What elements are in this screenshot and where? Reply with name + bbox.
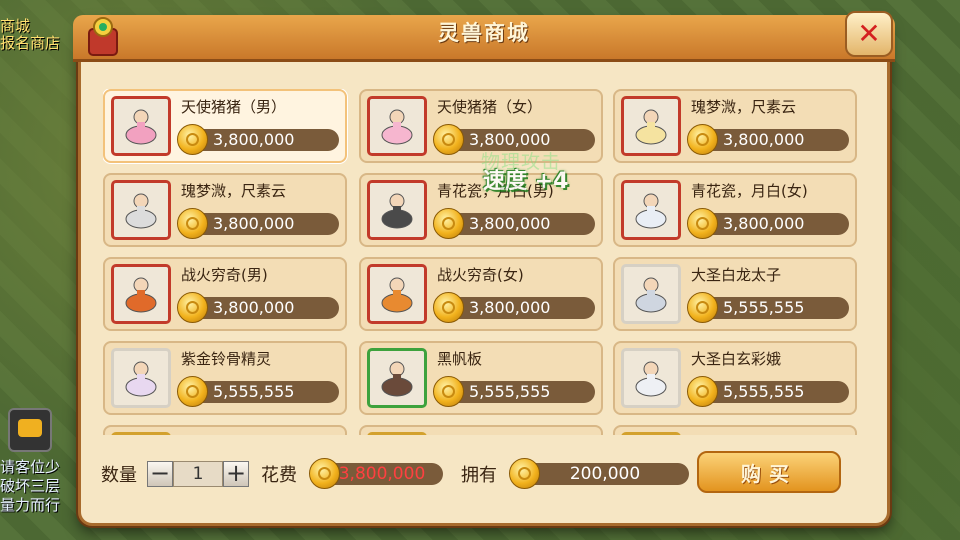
coin-icon bbox=[687, 124, 718, 155]
buy-button[interactable]: 购买 bbox=[697, 451, 841, 493]
item-price: 5,555,555 bbox=[723, 298, 805, 317]
owned-label: 拥有 bbox=[461, 465, 497, 486]
item-price-bar: 3,800,000 bbox=[433, 292, 595, 323]
shop-item-card[interactable]: 青花瓷，月白(女) 3,800,000 bbox=[613, 173, 857, 247]
item-price: 3,800,000 bbox=[469, 298, 551, 317]
shop-item-card[interactable]: 大圣白玄彩娥 5,555,555 bbox=[613, 341, 857, 415]
item-name: 天使猪猪（男） bbox=[181, 98, 287, 116]
shop-item-card[interactable]: 战火穷奇(女) 3,800,000 bbox=[359, 257, 603, 331]
pet-thumbnail bbox=[621, 96, 681, 156]
item-grid: 天使猪猪（男） 3,800,000 天使猪猪（女） 3,800,000 瑰梦溦，尺素云 3… bbox=[103, 89, 859, 435]
item-price: 3,800,000 bbox=[723, 214, 805, 233]
pet-thumbnail bbox=[367, 180, 427, 240]
item-name: 瑰梦溦，尺素云 bbox=[181, 182, 287, 200]
item-name: 大圣白玄彩娥 bbox=[691, 350, 782, 368]
item-price: 5,555,555 bbox=[213, 382, 295, 401]
coin-icon bbox=[177, 376, 208, 407]
quantity-minus-button[interactable]: − bbox=[147, 461, 173, 487]
shop-item-card-partial[interactable]: 大圣白龙天后 bbox=[613, 425, 857, 435]
item-name: 天使猪猪（女） bbox=[437, 98, 543, 116]
item-price-bar: 5,555,555 bbox=[687, 292, 849, 323]
item-price-bar: 3,800,000 bbox=[177, 124, 339, 155]
item-name: 大圣白龙天后 bbox=[691, 432, 851, 435]
coin-icon bbox=[177, 292, 208, 323]
coin-icon bbox=[687, 376, 718, 407]
shop-item-card-partial[interactable]: 大圣黑龙太子 bbox=[103, 425, 347, 435]
item-price-bar: 3,800,000 bbox=[177, 208, 339, 239]
item-name: 紫金铃骨精灵 bbox=[181, 350, 272, 368]
buy-button-label: 购买 bbox=[741, 461, 797, 486]
item-price: 5,555,555 bbox=[469, 382, 551, 401]
pet-thumbnail bbox=[111, 348, 171, 408]
coin-icon bbox=[177, 208, 208, 239]
pet-thumbnail bbox=[367, 264, 427, 324]
shop-item-card-partial[interactable]: 大圣红孩无极 bbox=[359, 425, 603, 435]
pet-thumbnail bbox=[111, 180, 171, 240]
item-price-bar: 5,555,555 bbox=[433, 376, 595, 407]
item-price: 3,800,000 bbox=[469, 214, 551, 233]
item-name: 青花瓷，月白(女) bbox=[691, 182, 808, 200]
quantity-plus-button[interactable]: + bbox=[223, 461, 249, 487]
pet-thumbnail bbox=[111, 96, 171, 156]
coin-icon bbox=[433, 124, 464, 155]
item-name: 大圣黑龙太子 bbox=[181, 432, 341, 435]
shop-item-card[interactable]: 瑰梦溦，尺素云 3,800,000 bbox=[613, 89, 857, 163]
item-price: 3,800,000 bbox=[213, 298, 295, 317]
coin-icon bbox=[433, 208, 464, 239]
pet-shop-dialog: 灵兽商城 ✕ 天使猪猪（男） 3,800,000 天使猪猪（女） 3,800,000 瑰… bbox=[73, 11, 895, 526]
item-name: 战火穷奇(女) bbox=[437, 266, 524, 284]
dialog-titlebar: 灵兽商城 ✕ bbox=[73, 11, 895, 62]
background-notice-text: 请客位少 破坏三层 量力而行 bbox=[0, 458, 61, 514]
item-name: 瑰梦溦，尺素云 bbox=[691, 98, 797, 116]
chat-icon[interactable] bbox=[8, 408, 52, 452]
pet-thumbnail bbox=[367, 432, 427, 435]
pet-thumbnail bbox=[621, 432, 681, 435]
item-price: 3,800,000 bbox=[723, 130, 805, 149]
item-price-bar: 5,555,555 bbox=[177, 376, 339, 407]
pet-thumbnail bbox=[367, 96, 427, 156]
shop-item-card[interactable]: 大圣白龙太子 5,555,555 bbox=[613, 257, 857, 331]
owned-bar: 200,000 bbox=[509, 458, 689, 489]
close-icon: ✕ bbox=[857, 17, 881, 50]
item-price-bar: 3,800,000 bbox=[433, 208, 595, 239]
item-price: 5,555,555 bbox=[723, 382, 805, 401]
pet-thumbnail bbox=[111, 264, 171, 324]
owned-value: 200,000 bbox=[569, 464, 641, 484]
floating-stat-text: 速度 +4 bbox=[483, 169, 569, 194]
coin-icon bbox=[433, 292, 464, 323]
pet-thumbnail bbox=[621, 264, 681, 324]
pet-thumbnail bbox=[111, 432, 171, 435]
item-name: 大圣白龙太子 bbox=[691, 266, 782, 284]
coin-icon bbox=[687, 292, 718, 323]
quantity-label: 数量 bbox=[101, 465, 137, 486]
item-price-bar: 3,800,000 bbox=[687, 208, 849, 239]
shop-item-card[interactable]: 天使猪猪（男） 3,800,000 bbox=[103, 89, 347, 163]
pet-thumbnail bbox=[621, 348, 681, 408]
shop-item-card[interactable]: 瑰梦溦，尺素云 3,800,000 bbox=[103, 173, 347, 247]
item-name: 黑帆板 bbox=[437, 350, 483, 368]
close-button[interactable]: ✕ bbox=[845, 11, 893, 57]
cost-value: 3,800,000 bbox=[338, 464, 426, 484]
coin-icon bbox=[687, 208, 718, 239]
shop-item-card[interactable]: 黑帆板 5,555,555 bbox=[359, 341, 603, 415]
quantity-field[interactable]: 1 bbox=[173, 461, 223, 487]
pet-thumbnail bbox=[621, 180, 681, 240]
item-price-bar: 3,800,000 bbox=[687, 124, 849, 155]
pet-thumbnail bbox=[367, 348, 427, 408]
coin-icon bbox=[177, 124, 208, 155]
cost-label: 花费 bbox=[261, 465, 297, 486]
item-name: 大圣红孩无极 bbox=[437, 432, 597, 435]
dialog-title: 灵兽商城 bbox=[438, 21, 530, 45]
item-name: 战火穷奇(男) bbox=[181, 266, 268, 284]
shop-item-card[interactable]: 战火穷奇(男) 3,800,000 bbox=[103, 257, 347, 331]
purchase-bar: 数量 − 1 + 花费 3,800,000 拥有 200,000 购买 bbox=[81, 439, 881, 499]
item-price-bar: 5,555,555 bbox=[687, 376, 849, 407]
cost-bar: 3,800,000 bbox=[309, 458, 443, 489]
background-shop-label: 商城 报名商店 bbox=[0, 17, 61, 52]
item-price: 3,800,000 bbox=[213, 214, 295, 233]
item-price: 3,800,000 bbox=[213, 130, 295, 149]
shop-item-card[interactable]: 紫金铃骨精灵 5,555,555 bbox=[103, 341, 347, 415]
item-price-bar: 3,800,000 bbox=[177, 292, 339, 323]
coin-icon bbox=[433, 376, 464, 407]
